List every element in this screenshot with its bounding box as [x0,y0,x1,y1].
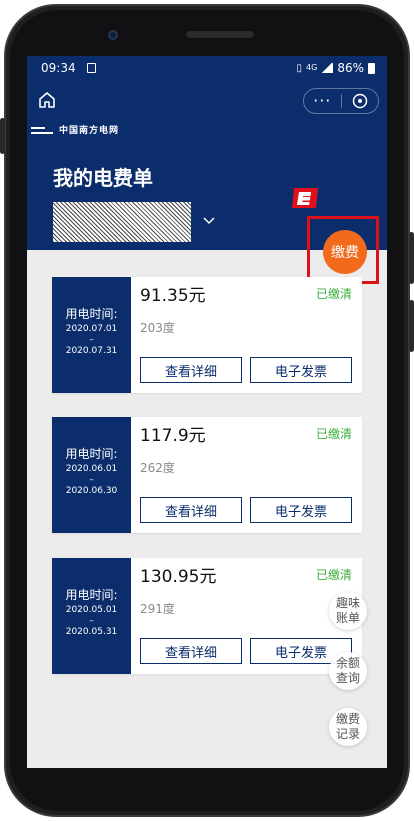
bill-status: 已缴清 [315,568,352,582]
period-dash: – [89,335,94,345]
period-dash: – [89,475,94,485]
mini-program-capsule: ··· [303,88,379,114]
payment-record-button[interactable]: 缴费记录 [329,708,367,746]
fun-bill-button[interactable]: 趣味账单 [329,592,367,630]
view-detail-button[interactable]: 查看详细 [140,638,242,664]
bill-card: 用电时间: 2020.05.01 – 2020.05.31 130.95元 已缴… [52,558,362,674]
sim-icon [87,63,96,73]
more-icon[interactable]: ··· [304,91,341,111]
bill-amount: 91.35元 [140,286,206,306]
period-end: 2020.05.31 [65,627,118,637]
bill-usage: 291度 [140,602,175,616]
period-label: 用电时间: [65,447,118,461]
bill-period: 用电时间: 2020.06.01 – 2020.06.30 [52,417,131,533]
bill-card: 用电时间: 2020.07.01 – 2020.07.31 91.35元 已缴清… [52,277,362,393]
bill-status: 已缴清 [315,427,352,441]
e-invoice-button[interactable]: 电子发票 [250,497,352,523]
bill-status: 已缴清 [315,287,352,301]
account-selector-masked[interactable] [53,202,191,242]
side-button-left [0,118,5,154]
logo-name-cn: 中国南方电网 [59,126,120,136]
bill-card: 用电时间: 2020.06.01 – 2020.06.30 117.9元 已缴清… [52,417,362,533]
earpiece-speaker [186,31,254,38]
view-detail-button[interactable]: 查看详细 [140,357,242,383]
screen: 09:34 ▯ 4G 86% ··· 中国南方电网 我的电费单 缴费 用电时间:… [27,56,387,768]
bill-usage: 262度 [140,461,175,475]
side-button-right-bottom [409,300,414,352]
battery-percent: 86% [337,61,364,75]
bill-amount: 117.9元 [140,426,206,446]
bill-period: 用电时间: 2020.07.01 – 2020.07.31 [52,277,131,393]
app-bar: ··· 中国南方电网 CHINA SOUTHERN POWER GRID [27,80,387,140]
period-end: 2020.07.31 [65,346,118,356]
network-label: 4G [306,63,318,72]
chevron-down-icon[interactable] [203,214,215,226]
period-end: 2020.06.30 [65,486,118,496]
signal-icon [321,63,334,73]
period-label: 用电时间: [65,307,118,321]
vibrate-icon: ▯ [296,62,303,74]
period-start: 2020.06.01 [65,464,118,474]
period-label: 用电时间: [65,588,118,602]
home-icon[interactable] [37,90,57,110]
bill-usage: 203度 [140,321,175,335]
bill-amount: 130.95元 [140,567,217,587]
view-detail-button[interactable]: 查看详细 [140,497,242,523]
pay-button[interactable]: 缴费 [323,230,367,274]
front-camera [108,30,118,40]
balance-query-button[interactable]: 余额查询 [329,652,367,690]
period-dash: – [89,616,94,626]
status-time: 09:34 [41,61,76,75]
step-marker-3-icon [292,188,318,208]
status-right-group: ▯ 4G 86% [297,61,375,75]
close-circle-icon[interactable] [341,89,378,113]
period-start: 2020.05.01 [65,605,118,615]
battery-icon [368,62,375,74]
bill-period: 用电时间: 2020.05.01 – 2020.05.31 [52,558,131,674]
page-title: 我的电费单 [53,166,153,190]
status-bar: 09:34 ▯ 4G 86% [27,56,387,80]
side-button-right-top [409,232,414,284]
period-start: 2020.07.01 [65,324,118,334]
e-invoice-button[interactable]: 电子发票 [250,357,352,383]
